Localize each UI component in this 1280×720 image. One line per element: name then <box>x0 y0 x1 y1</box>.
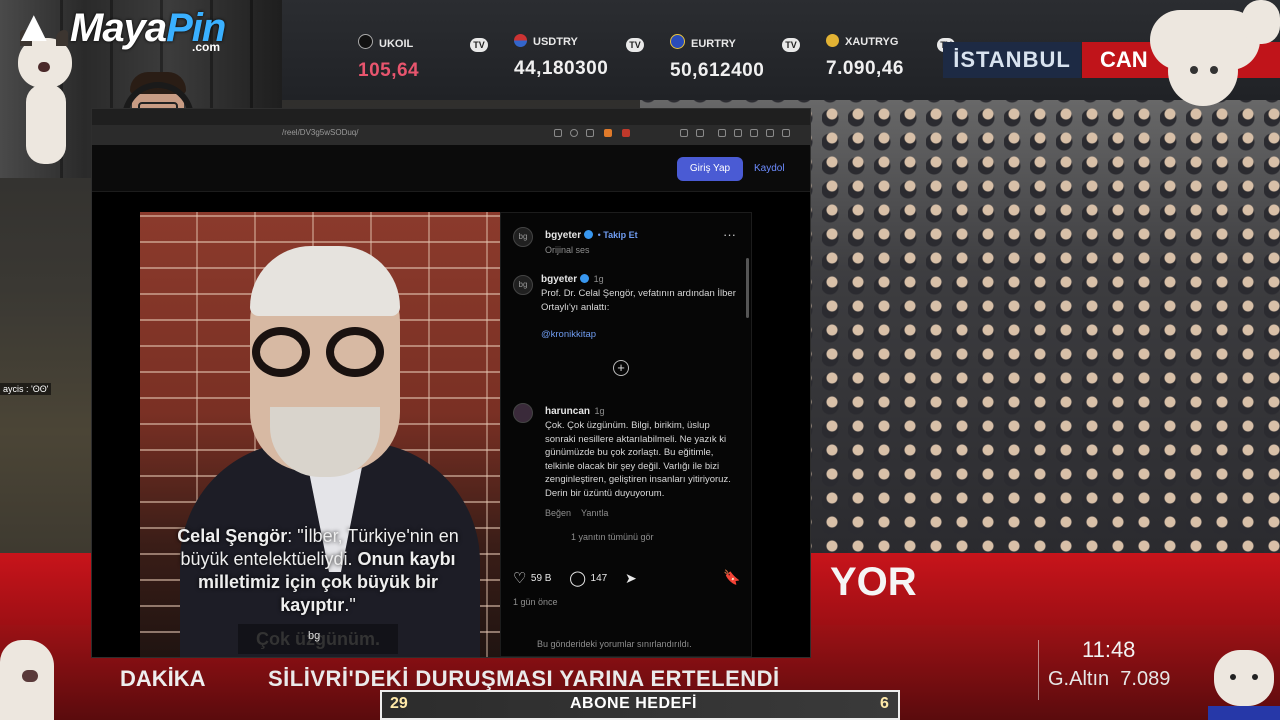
cat-sticker <box>1150 0 1280 120</box>
post-date: 1 gün önce <box>513 597 558 607</box>
music-icon[interactable] <box>718 129 726 137</box>
screen-icon[interactable] <box>554 129 562 137</box>
download-icon[interactable] <box>766 129 774 137</box>
more-options-icon[interactable]: ··· <box>723 227 736 242</box>
broadcast-clock: 11:48 <box>1082 637 1136 662</box>
video-caption: Celal Şengör: "İlber, Türkiye'nin en büy… <box>177 526 459 615</box>
ticker-name: UKOIL <box>379 38 414 50</box>
ticker-name: USDTRY <box>533 36 578 48</box>
reel-video[interactable]: Celal Şengör: "İlber, Türkiye'nin en büy… <box>140 212 500 657</box>
caption-author[interactable]: bgyeter <box>541 274 577 285</box>
menu-icon[interactable] <box>782 129 790 137</box>
audio-label[interactable]: Orijinal ses <box>545 245 638 255</box>
scrollbar[interactable] <box>746 258 749 318</box>
comment: haruncan 1g Çok. Çok üzgünüm. Bilgi, bir… <box>545 401 741 542</box>
browser-titlebar[interactable] <box>92 109 810 125</box>
comment-time: 1g <box>594 406 605 416</box>
bookmark-icon[interactable]: 🔖 <box>723 569 740 586</box>
verified-badge-icon <box>580 274 590 283</box>
logo-icon: ▲ <box>12 2 56 51</box>
comment-count: 147 <box>590 572 608 584</box>
comments-panel: bg bgyeter • Takip Et Orijinal ses ··· b… <box>500 212 752 657</box>
location-label: İSTANBUL <box>943 42 1081 78</box>
author-avatar[interactable]: bg <box>513 275 533 295</box>
post-actions: ♡ 59 B ◯ 147 ➤ <box>513 569 637 588</box>
news-band-text: YOR <box>830 560 917 604</box>
address-bar[interactable]: /reel/DV3g5wSODuq/ <box>282 128 358 137</box>
reply-button[interactable]: Yanıtla <box>581 508 608 518</box>
tradingview-logo-icon: TV <box>470 38 488 52</box>
sidebar-icon[interactable] <box>734 129 742 137</box>
commenter-avatar[interactable] <box>513 403 533 423</box>
goal-label: ABONE HEDEFİ <box>570 695 697 712</box>
ticker-name: EURTRY <box>691 38 736 50</box>
register-link[interactable]: Kaydol <box>754 163 785 174</box>
eu-flag-icon <box>670 34 685 49</box>
comment-text: Çok. Çok üzgünüm. Bilgi, birikim, üslup … <box>545 420 731 499</box>
ticker-name: XAUTRYG <box>845 36 899 48</box>
tradingview-logo-icon: TV <box>782 38 800 52</box>
verified-badge-icon <box>584 230 594 239</box>
brand-logo-suffix: .com <box>192 40 221 54</box>
us-flag-icon <box>514 34 527 47</box>
gold-value: 7.089 <box>1120 668 1171 690</box>
login-button[interactable]: Giriş Yap <box>677 157 743 181</box>
comment-author[interactable]: haruncan <box>545 406 590 417</box>
news-headline: SİLİVRİ'DEKİ DURUŞMASI YARINA ERTELENDİ <box>268 666 780 691</box>
goal-current: 29 <box>390 695 408 712</box>
caption-text: Prof. Dr. Celal Şengör, vefatının ardınd… <box>541 288 736 313</box>
gold-icon <box>826 34 839 47</box>
ticker-value: 50,612400 <box>670 60 765 81</box>
post-caption: bgyeter 1g Prof. Dr. Celal Şengör, vefat… <box>541 269 737 342</box>
chat-message: aycis : 'ʘʘ' <box>0 383 52 395</box>
gold-price: G.Altın 7.089 <box>1048 668 1170 691</box>
ticker-value: 105,64 <box>358 60 420 81</box>
share-icon[interactable] <box>586 129 594 137</box>
comment-icon[interactable]: ◯ <box>569 569 586 587</box>
load-more-icon[interactable]: + <box>613 360 629 376</box>
cat-sticker <box>0 640 58 720</box>
breaking-label-dakika: DAKİKA <box>120 666 206 691</box>
video-watermark: bg <box>308 630 321 642</box>
share-icon[interactable]: ➤ <box>625 570 637 587</box>
heart-icon[interactable]: ♡ <box>513 569 526 587</box>
mention-link[interactable]: @kronikkitap <box>541 328 737 342</box>
like-count: 59 B <box>530 572 552 584</box>
gold-label: G.Altın <box>1048 668 1110 690</box>
caption-time: 1g <box>593 274 604 284</box>
wallet-icon[interactable] <box>696 129 704 137</box>
brave-shield-icon[interactable] <box>604 129 612 137</box>
post-header: bgyeter • Takip Et Orijinal ses <box>545 230 638 255</box>
oil-drop-icon <box>358 34 373 49</box>
tradingview-logo-icon: TV <box>626 38 644 52</box>
ticker-value: 44,180300 <box>514 58 609 79</box>
tabs-icon[interactable] <box>750 129 758 137</box>
extension-icon[interactable] <box>680 129 688 137</box>
follow-button[interactable]: Takip Et <box>603 230 637 240</box>
browser-window: /reel/DV3g5wSODuq/ Giriş Yap Kaydol Cela… <box>92 109 810 657</box>
comments-limited-notice: Bu gönderideki yorumlar sınırlandırıldı. <box>537 639 692 649</box>
author-name[interactable]: bgyeter <box>545 230 581 241</box>
rewards-icon[interactable] <box>622 129 630 137</box>
like-comment-button[interactable]: Beğen <box>545 508 571 518</box>
divider <box>1038 640 1039 700</box>
view-replies-link[interactable]: 1 yanıtın tümünü gör <box>545 532 741 542</box>
author-avatar[interactable]: bg <box>513 227 533 247</box>
zoom-icon[interactable] <box>570 129 578 137</box>
cat-sticker <box>1208 650 1280 720</box>
goal-remaining: 6 <box>880 695 889 712</box>
